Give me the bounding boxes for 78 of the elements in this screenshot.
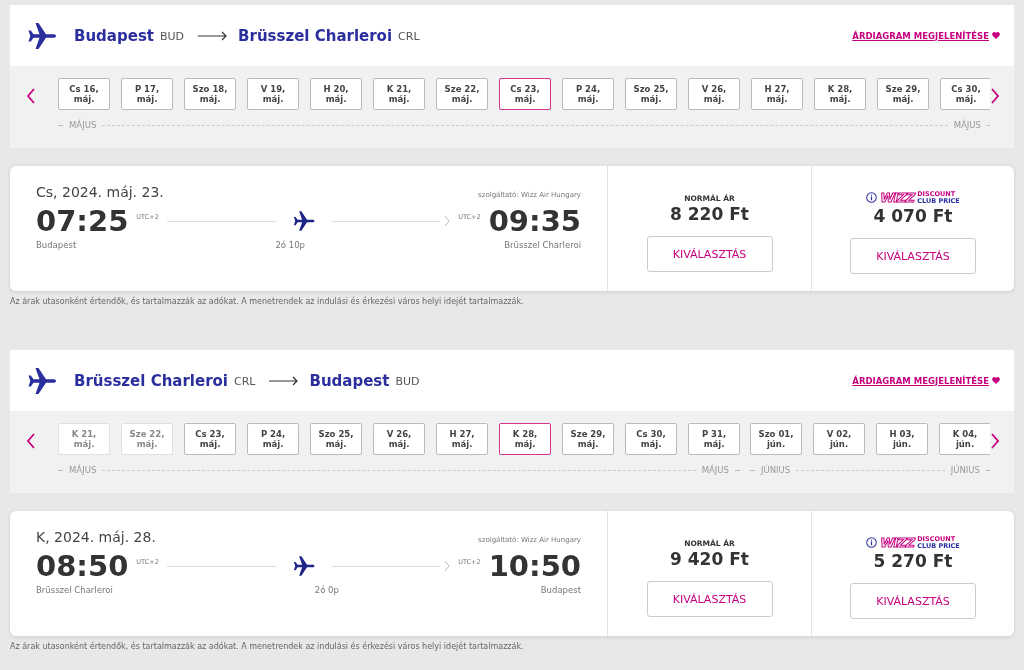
date-chip[interactable]: H 27, máj. <box>751 78 803 110</box>
date-chip[interactable]: V 26, máj. <box>688 78 740 110</box>
price-note: Az árak utasonként értendők, és tartalmazzák az adókat. A menetrendek az indulási és érkezési város helyi idejét tartalmazzák. <box>10 642 525 651</box>
date-chip[interactable]: Cs 30, máj. <box>940 78 990 110</box>
date-chip[interactable]: H 03, jún. <box>876 423 928 455</box>
date-chip[interactable]: Szo 25, máj. <box>310 423 362 455</box>
fare-price: 8 220 Ft <box>670 204 749 224</box>
destination-city: Brüsszel Charleroi <box>238 26 393 45</box>
select-button[interactable]: KIVÁLASZTÁS <box>646 236 773 272</box>
origin-city: Brüsszel Charleroi <box>74 371 228 390</box>
departure-city: Brüsszel Charleroi <box>36 585 113 595</box>
date-chip[interactable]: Cs 30, máj. <box>625 423 677 455</box>
brand-logo: WIZZ <box>880 535 915 550</box>
price-note: Az árak utasonként értendők, és tartalmazzák az adókat. A menetrendek az indulási és érkezési város helyi idejét tartalmazzák. <box>10 297 525 306</box>
flight-duration: 2ó 10p <box>275 240 305 250</box>
select-button[interactable]: KIVÁLASZTÁS <box>646 581 773 617</box>
date-chip[interactable]: Szo 18, máj. <box>184 78 236 110</box>
date-chip[interactable]: P 31, máj. <box>688 423 740 455</box>
date-chip[interactable]: Cs 16, máj. <box>58 78 110 110</box>
month-label: JÚNIUS <box>950 465 980 475</box>
destination-code: CRL <box>398 30 420 43</box>
arrival-city: Brüsszel Charleroi <box>504 240 581 250</box>
arrival-time: 09:35 <box>488 204 581 238</box>
date-chip[interactable]: P 17, máj. <box>121 78 173 110</box>
arrival-city: Budapest <box>540 585 581 595</box>
info-icon[interactable] <box>866 192 878 203</box>
fare-price: 9 420 Ft <box>670 549 749 569</box>
date-chip[interactable]: P 24, máj. <box>562 78 614 110</box>
date-chip[interactable]: V 19, máj. <box>247 78 299 110</box>
month-label: JÚNIUS <box>761 465 791 475</box>
month-label: MÁJUS <box>953 120 981 130</box>
date-chip[interactable]: Sze 29, máj. <box>877 78 929 110</box>
flight-date: Cs, 2024. máj. 23. <box>36 184 164 200</box>
arrow-icon <box>198 30 229 41</box>
arrow-icon <box>269 375 300 386</box>
price-chart-link[interactable]: ÁRDIAGRAM MEGJELENÍTÉSE <box>852 30 989 41</box>
month-label: MÁJUS <box>69 465 97 475</box>
select-button[interactable]: KIVÁLASZTÁS <box>850 583 976 619</box>
date-chip[interactable]: K 21, máj. <box>373 78 425 110</box>
origin-code: CRL <box>234 375 256 388</box>
departure-time: 08:50 <box>36 549 129 583</box>
date-chip[interactable]: P 24, máj. <box>247 423 299 455</box>
flight-date: K, 2024. máj. 28. <box>36 529 156 545</box>
month-label: MÁJUS <box>69 120 97 130</box>
date-chip[interactable]: Sze 29, máj. <box>562 423 614 455</box>
arrival-time: 10:50 <box>488 549 581 583</box>
date-chip[interactable]: H 20, máj. <box>310 78 362 110</box>
origin-city: Budapest <box>74 26 154 45</box>
heart-icon <box>992 32 1000 39</box>
info-icon[interactable] <box>866 537 878 548</box>
date-chip[interactable]: H 27, máj. <box>436 423 488 455</box>
date-chip[interactable]: K 04, jún. <box>939 423 990 455</box>
brand-logo: WIZZ <box>880 190 915 205</box>
date-chip[interactable]: Szo 01, jún. <box>750 423 802 455</box>
arrow-head-icon <box>444 560 451 572</box>
date-chip[interactable]: K 28, máj. <box>499 423 551 455</box>
fare-price: 4 070 Ft <box>873 206 953 226</box>
fare-price: 5 270 Ft <box>873 551 953 571</box>
select-button[interactable]: KIVÁLASZTÁS <box>850 238 976 274</box>
airplane-icon <box>291 209 316 233</box>
origin-code: BUD <box>160 30 185 43</box>
departure-time: 07:25 <box>36 204 129 238</box>
departure-city: Budapest <box>36 240 77 250</box>
heart-icon <box>992 377 1000 384</box>
date-chip[interactable]: Sze 22, máj. <box>436 78 488 110</box>
flight-duration: 2ó 0p <box>314 585 339 595</box>
month-label: MÁJUS <box>701 465 729 475</box>
date-chip[interactable]: Cs 23, máj. <box>184 423 236 455</box>
destination-code: BUD <box>395 375 420 388</box>
date-chip[interactable]: V 26, máj. <box>373 423 425 455</box>
airplane-icon <box>291 554 316 578</box>
date-chip[interactable]: Szo 25, máj. <box>625 78 677 110</box>
destination-city: Budapest <box>309 371 390 390</box>
price-chart-link[interactable]: ÁRDIAGRAM MEGJELENÍTÉSE <box>852 375 989 386</box>
date-chip[interactable]: V 02, jún. <box>813 423 865 455</box>
arrow-head-icon <box>444 215 451 227</box>
date-chip[interactable]: K 28, máj. <box>814 78 866 110</box>
date-chip[interactable]: Cs 23, máj. <box>499 78 551 110</box>
